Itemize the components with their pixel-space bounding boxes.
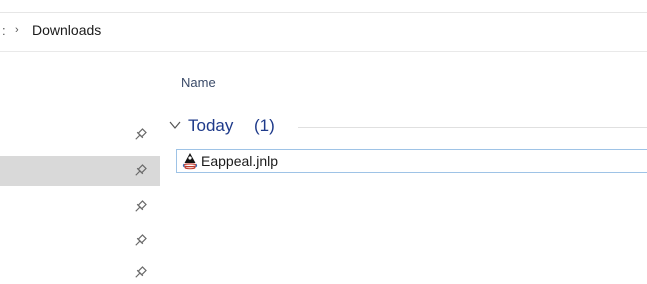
address-bar[interactable]: : › Downloads — [0, 13, 647, 52]
file-row[interactable]: Eappeal.jnlp — [176, 149, 647, 173]
file-explorer-window: : › Downloads Name Today (1) Eappeal.jnl… — [0, 0, 647, 284]
pin-icon[interactable] — [132, 127, 148, 143]
breadcrumb-separator-icon[interactable]: › — [15, 24, 19, 36]
group-count: (1) — [254, 116, 275, 135]
pin-icon[interactable] — [132, 199, 148, 215]
pin-icon[interactable] — [132, 163, 148, 179]
group-header-today[interactable]: Today (1) — [166, 112, 647, 140]
java-icon — [182, 153, 198, 170]
quick-access-item[interactable] — [0, 258, 160, 284]
breadcrumb-current[interactable]: Downloads — [32, 22, 101, 38]
group-title: Today — [188, 116, 234, 135]
file-list-pane: Name Today (1) Eappeal.jnlp — [162, 52, 647, 284]
group-divider — [298, 127, 647, 128]
chevron-down-icon[interactable] — [168, 118, 182, 132]
quick-access-item-selected[interactable] — [0, 156, 160, 186]
file-name: Eappeal.jnlp — [201, 153, 279, 169]
column-header-name[interactable]: Name — [181, 75, 216, 90]
pin-icon[interactable] — [132, 233, 148, 249]
quick-access-item[interactable] — [0, 192, 160, 222]
pin-icon[interactable] — [132, 265, 148, 281]
quick-access-item[interactable] — [0, 120, 160, 150]
ribbon-edge — [0, 0, 647, 13]
breadcrumb-previous[interactable]: : — [2, 23, 6, 38]
quick-access-item[interactable] — [0, 226, 160, 256]
navigation-pane — [0, 52, 162, 284]
